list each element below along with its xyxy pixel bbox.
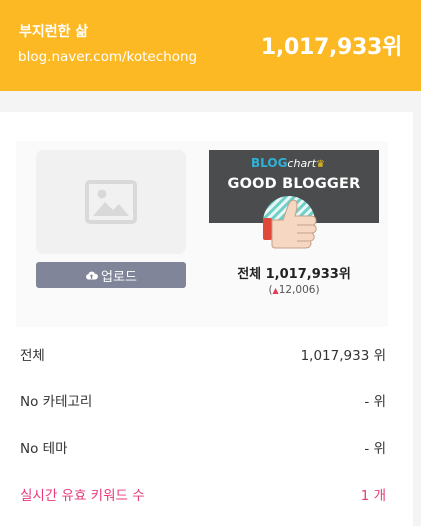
logo-part-chart: chart (287, 157, 317, 170)
rank-change-close: ) (315, 284, 320, 296)
total-rank: 전체 1,017,933위 (237, 267, 351, 282)
thumbs-up-icon (263, 196, 317, 249)
blogchart-logo: BLOGchart♛ (251, 156, 325, 170)
stat-label: No 카테고리 (20, 394, 93, 410)
rank-change-value: 12,006 (278, 284, 316, 296)
stat-label: 전체 (20, 348, 45, 364)
header-rank: 1,017,933위 (260, 35, 402, 60)
profile-panel: 업로드 BLOGchart♛ GOOD BLOGGER 전체 1,017,933… (16, 141, 388, 327)
cloud-upload-icon (86, 271, 98, 279)
stat-row-category: No 카테고리 - 위 (20, 390, 386, 410)
upload-label: 업로드 (101, 269, 137, 285)
logo-part-blog: BLOG (251, 156, 288, 170)
stat-value: 1,017,933 위 (300, 348, 386, 364)
stat-value: - 위 (364, 394, 386, 410)
stat-row-theme: No 테마 - 위 (20, 437, 386, 457)
stat-row-total: 전체 1,017,933 위 (20, 344, 386, 364)
stat-label: No 테마 (20, 441, 68, 457)
badge-label: GOOD BLOGGER (227, 176, 361, 192)
profile-image-placeholder[interactable] (36, 150, 186, 254)
blog-info-card: 업로드 BLOGchart♛ GOOD BLOGGER 전체 1,017,933… (0, 112, 413, 526)
blog-header: 부지런한 삶 blog.naver.com/kotechong 1,017,93… (0, 0, 421, 91)
crown-icon: ♛ (316, 159, 325, 170)
image-placeholder-icon (85, 180, 137, 224)
upload-button[interactable]: 업로드 (36, 262, 186, 288)
stat-value: 1 개 (360, 488, 386, 504)
stat-label: 실시간 유효 키워드 수 (20, 488, 145, 504)
blog-url[interactable]: blog.naver.com/kotechong (18, 49, 197, 65)
stat-row-keywords[interactable]: 실시간 유효 키워드 수 1 개 (20, 484, 386, 504)
blog-name[interactable]: 부지런한 삶 (19, 21, 88, 41)
rank-change: (▲12,006) (209, 284, 379, 296)
stat-value: - 위 (364, 441, 386, 457)
